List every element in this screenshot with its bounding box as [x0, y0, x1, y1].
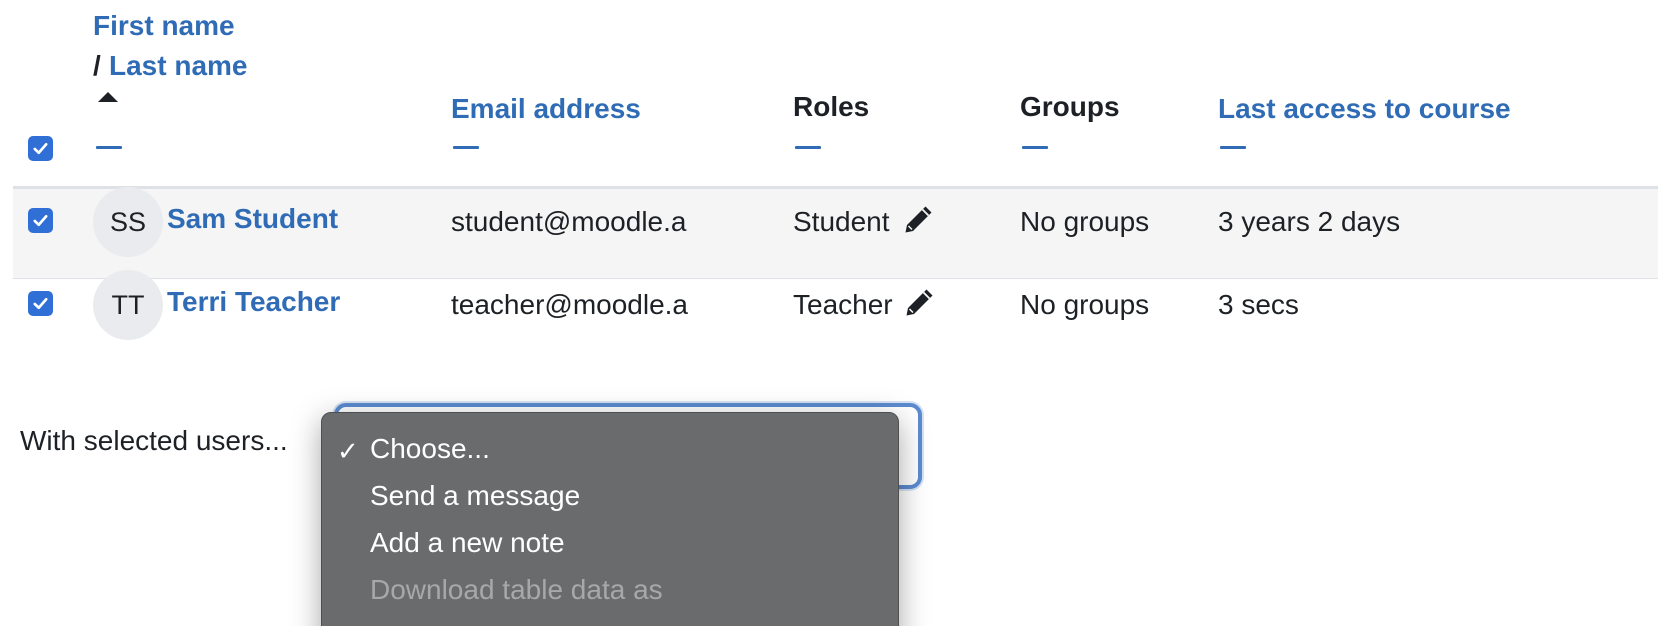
bulk-actions-label: With selected users... — [20, 425, 288, 456]
last-access-cell: 3 secs — [1218, 289, 1299, 320]
roles-column-header: Roles — [793, 91, 870, 122]
sort-last-access-link[interactable]: Last access to course — [1218, 95, 1511, 123]
groups-cell: No groups — [1020, 206, 1150, 237]
collapse-last-access-column-icon[interactable] — [1220, 146, 1246, 149]
check-icon — [33, 214, 48, 227]
collapse-groups-column-icon[interactable] — [1022, 146, 1048, 149]
select-all-checkbox[interactable] — [28, 136, 53, 161]
user-name-link[interactable]: Terri Teacher — [167, 286, 340, 318]
row-divider — [13, 278, 1658, 279]
role-cell: Student — [793, 206, 890, 237]
groups-cell: No groups — [1020, 289, 1150, 320]
selected-check-icon: ✓ — [337, 436, 359, 466]
sort-first-name-link[interactable]: First name — [93, 12, 235, 40]
email-cell: teacher@moodle.a — [451, 289, 689, 320]
avatar: TT — [93, 270, 163, 340]
bulk-actions-dropdown-menu: ✓ Choose... Send a message Add a new not… — [321, 412, 899, 626]
collapse-email-column-icon[interactable] — [453, 146, 479, 149]
sort-email-link[interactable]: Email address — [451, 95, 641, 123]
check-icon — [33, 297, 48, 310]
user-name-link[interactable]: Sam Student — [167, 203, 338, 235]
name-separator: / — [93, 50, 101, 81]
check-icon — [33, 142, 48, 155]
menu-item-send-message[interactable]: Send a message — [370, 480, 580, 512]
row-select-checkbox[interactable] — [28, 208, 53, 233]
last-access-cell: 3 years 2 days — [1218, 206, 1401, 237]
pencil-icon[interactable] — [901, 203, 935, 237]
pencil-icon[interactable] — [902, 286, 936, 320]
participants-page: First name / Last name Email address Rol… — [0, 0, 1658, 626]
sort-last-name-link[interactable]: Last name — [109, 52, 248, 80]
groups-column-header: Groups — [1020, 91, 1120, 122]
sort-ascending-icon — [98, 92, 118, 102]
row-select-checkbox[interactable] — [28, 291, 53, 316]
role-cell: Teacher — [793, 289, 893, 320]
collapse-name-column-icon[interactable] — [96, 146, 122, 149]
menu-item-download-table-data: Download table data as — [370, 574, 663, 605]
collapse-roles-column-icon[interactable] — [795, 146, 821, 149]
menu-item-choose[interactable]: Choose... — [370, 433, 490, 465]
menu-item-add-note[interactable]: Add a new note — [370, 527, 565, 559]
email-cell: student@moodle.a — [451, 206, 687, 237]
avatar: SS — [93, 187, 163, 257]
